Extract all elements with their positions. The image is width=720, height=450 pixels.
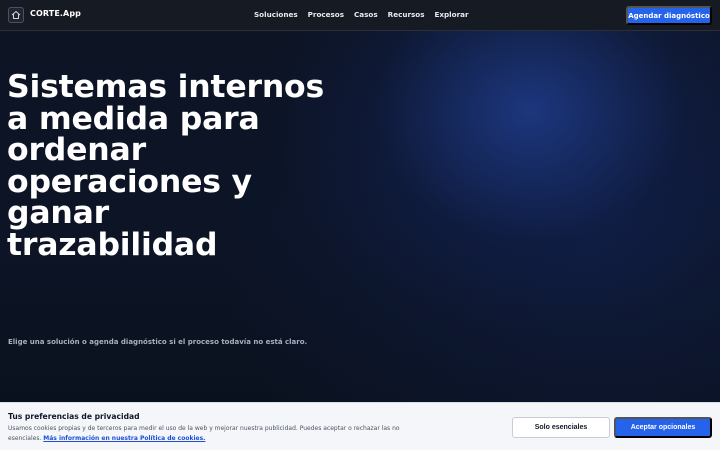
cookie-description: Usamos cookies propias y de terceros par… (8, 424, 408, 444)
cookie-policy-link[interactable]: Más información en nuestra Política de c… (43, 435, 205, 442)
accept-optional-button[interactable]: Aceptar opcionales (614, 417, 712, 438)
hero-headline: Sistemas internos a medida para ordenar … (7, 69, 327, 263)
nav-link-explorar[interactable]: Explorar (434, 10, 468, 19)
nav-link-procesos[interactable]: Procesos (308, 10, 344, 19)
main-menu: Soluciones Procesos Casos Recursos Explo… (254, 10, 469, 19)
headline-line-2: a medida para (7, 100, 260, 137)
hero-subtitle: Elige una solución o agenda diagnóstico … (8, 338, 308, 346)
home-icon[interactable] (8, 7, 24, 23)
headline-line-3: ordenar (7, 132, 146, 168)
top-navigation: CORTE.App Soluciones Procesos Casos Recu… (0, 0, 720, 31)
headline-line-5: ganar trazabilidad (7, 195, 218, 263)
headline-line-4: operaciones y (7, 163, 252, 200)
schedule-diagnosis-button[interactable]: Agendar diagnóstico (626, 6, 712, 25)
cookie-title: Tus preferencias de privacidad (8, 412, 140, 421)
cookie-banner: Tus preferencias de privacidad Usamos co… (0, 402, 720, 450)
essential-only-button[interactable]: Solo esenciales (512, 417, 610, 438)
brand-name[interactable]: CORTE.App (30, 9, 81, 18)
nav-link-recursos[interactable]: Recursos (388, 10, 425, 19)
headline-line-1: Sistemas internos (7, 69, 325, 105)
nav-link-casos[interactable]: Casos (354, 10, 378, 19)
nav-link-soluciones[interactable]: Soluciones (254, 10, 298, 19)
